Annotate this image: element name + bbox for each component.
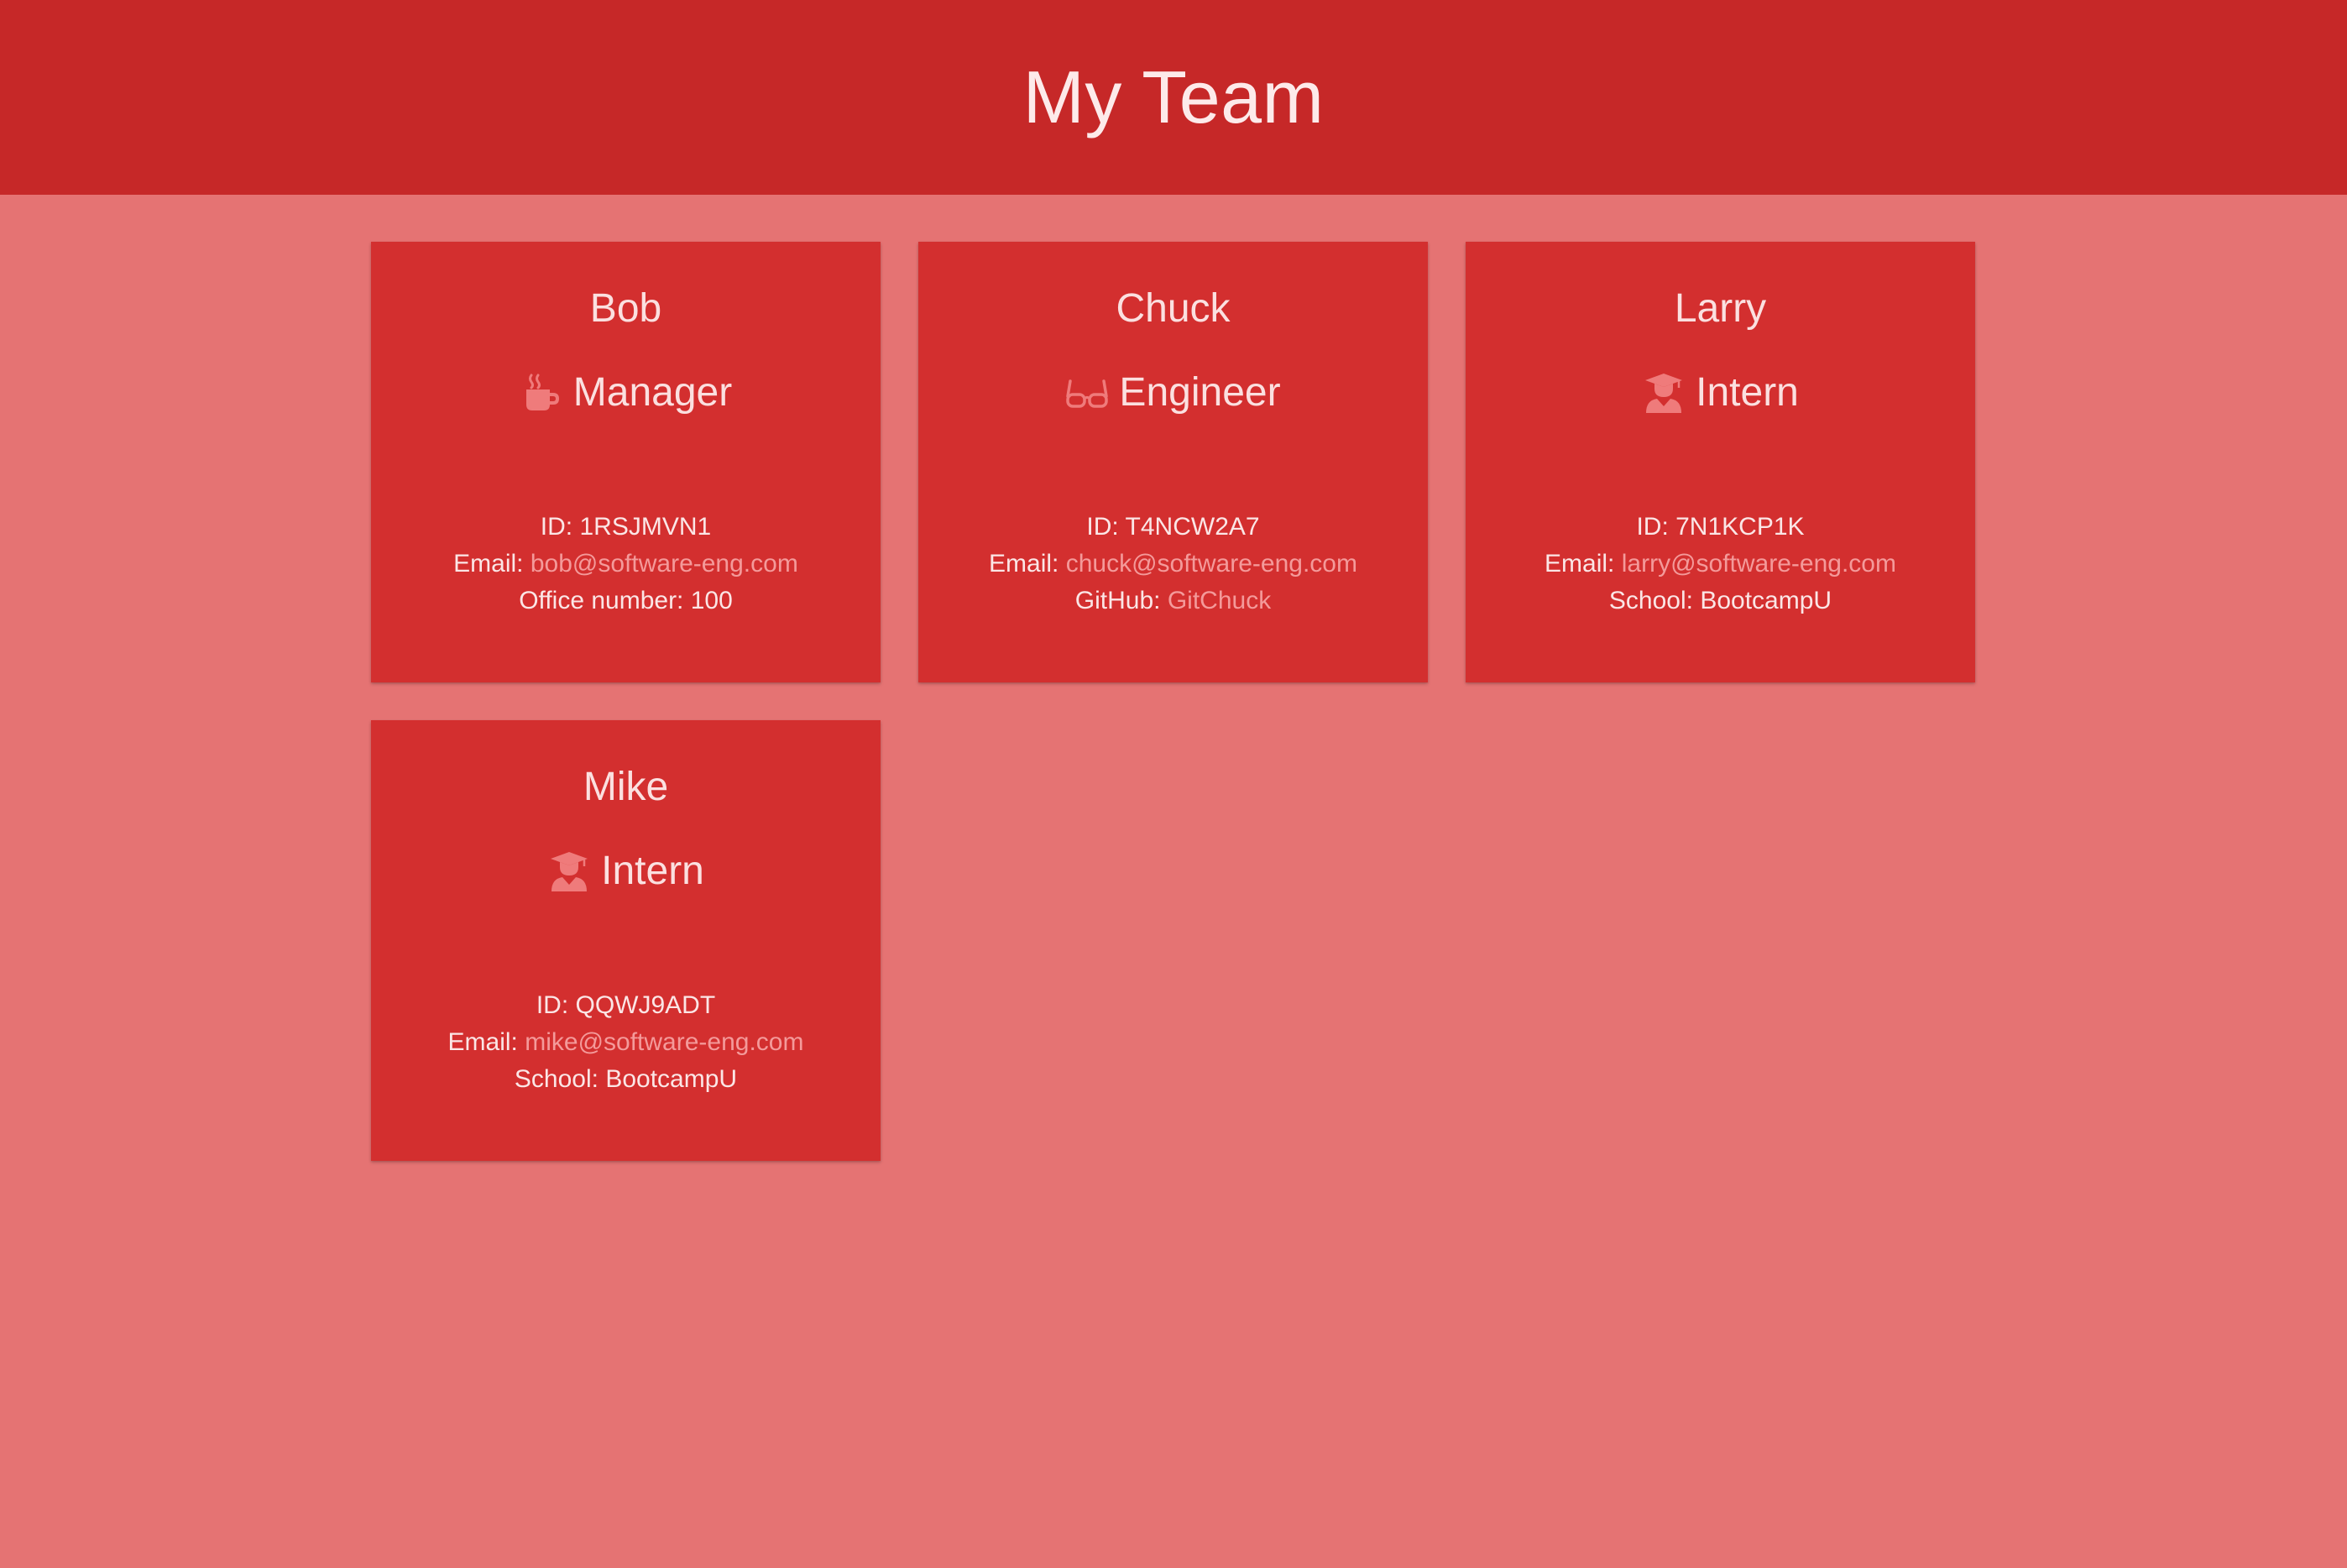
employee-card-chuck: Chuck Engineer ID: T4NCW2A7 Email: chuck… bbox=[918, 242, 1428, 682]
employee-email-link[interactable]: larry@software-eng.com bbox=[1622, 550, 1896, 578]
employee-office-number: 100 bbox=[690, 587, 733, 614]
employee-role: Manager bbox=[371, 369, 881, 416]
employee-email-link[interactable]: bob@software-eng.com bbox=[531, 550, 798, 578]
employee-id: 1RSJMVN1 bbox=[579, 513, 712, 541]
employee-school: BootcampU bbox=[1700, 587, 1832, 614]
employee-id-row: ID: 1RSJMVN1 bbox=[540, 513, 712, 541]
employee-card-bob: Bob Manager ID: 1RSJMVN1 Email: bob@soft… bbox=[371, 242, 881, 682]
employee-github-link[interactable]: GitChuck bbox=[1168, 587, 1271, 614]
employee-school-row: School: BootcampU bbox=[1608, 587, 1832, 614]
employee-details: ID: QQWJ9ADT Email: mike@software-eng.co… bbox=[371, 987, 881, 1098]
employee-details: ID: T4NCW2A7 Email: chuck@software-eng.c… bbox=[918, 509, 1428, 619]
employee-card-mike: Mike Intern ID: QQWJ9ADT Email: mike@sof… bbox=[371, 720, 881, 1161]
employee-id-row: ID: 7N1KCP1K bbox=[1636, 513, 1805, 541]
employee-school-row: School: BootcampU bbox=[514, 1065, 738, 1093]
employee-name: Chuck bbox=[1116, 286, 1231, 331]
employee-id: T4NCW2A7 bbox=[1125, 513, 1260, 541]
employee-name: Larry bbox=[1674, 286, 1767, 331]
employee-id: 7N1KCP1K bbox=[1675, 513, 1805, 541]
glasses-icon bbox=[1065, 371, 1109, 415]
employee-email-row: Email: larry@software-eng.com bbox=[1545, 550, 1896, 578]
employee-id-row: ID: T4NCW2A7 bbox=[1086, 513, 1260, 541]
employee-email-row: Email: chuck@software-eng.com bbox=[989, 550, 1357, 578]
employee-id-row: ID: QQWJ9ADT bbox=[536, 991, 716, 1019]
employee-card-larry: Larry Intern ID: 7N1KCP1K Email: larry@s… bbox=[1466, 242, 1975, 682]
employee-github-row: GitHub: GitChuck bbox=[1074, 587, 1272, 614]
employee-role: Intern bbox=[371, 848, 881, 894]
employee-email-row: Email: mike@software-eng.com bbox=[447, 1028, 804, 1056]
employee-role-label: Intern bbox=[1696, 370, 1799, 415]
employee-role: Intern bbox=[1466, 369, 1975, 416]
page-header: My Team bbox=[0, 0, 2347, 195]
employee-role-label: Manager bbox=[572, 370, 733, 415]
coffee-mug-icon bbox=[520, 371, 563, 415]
employee-details: ID: 7N1KCP1K Email: larry@software-eng.c… bbox=[1466, 509, 1975, 619]
graduate-icon bbox=[1642, 371, 1686, 415]
employee-id: QQWJ9ADT bbox=[575, 991, 716, 1019]
team-grid: Bob Manager ID: 1RSJMVN1 Email: bob@soft… bbox=[0, 195, 2347, 1568]
graduate-icon bbox=[547, 849, 591, 893]
employee-role-label: Intern bbox=[601, 849, 704, 893]
employee-role-label: Engineer bbox=[1119, 370, 1281, 415]
employee-details: ID: 1RSJMVN1 Email: bob@software-eng.com… bbox=[371, 509, 881, 619]
employee-name: Mike bbox=[583, 765, 669, 809]
employee-role: Engineer bbox=[918, 369, 1428, 416]
employee-email-row: Email: bob@software-eng.com bbox=[453, 550, 798, 578]
employee-email-link[interactable]: chuck@software-eng.com bbox=[1066, 550, 1357, 578]
employee-school: BootcampU bbox=[605, 1065, 738, 1093]
employee-office-row: Office number: 100 bbox=[519, 587, 733, 614]
employee-email-link[interactable]: mike@software-eng.com bbox=[525, 1028, 803, 1056]
employee-name: Bob bbox=[589, 286, 662, 331]
page-title: My Team bbox=[1022, 55, 1325, 139]
